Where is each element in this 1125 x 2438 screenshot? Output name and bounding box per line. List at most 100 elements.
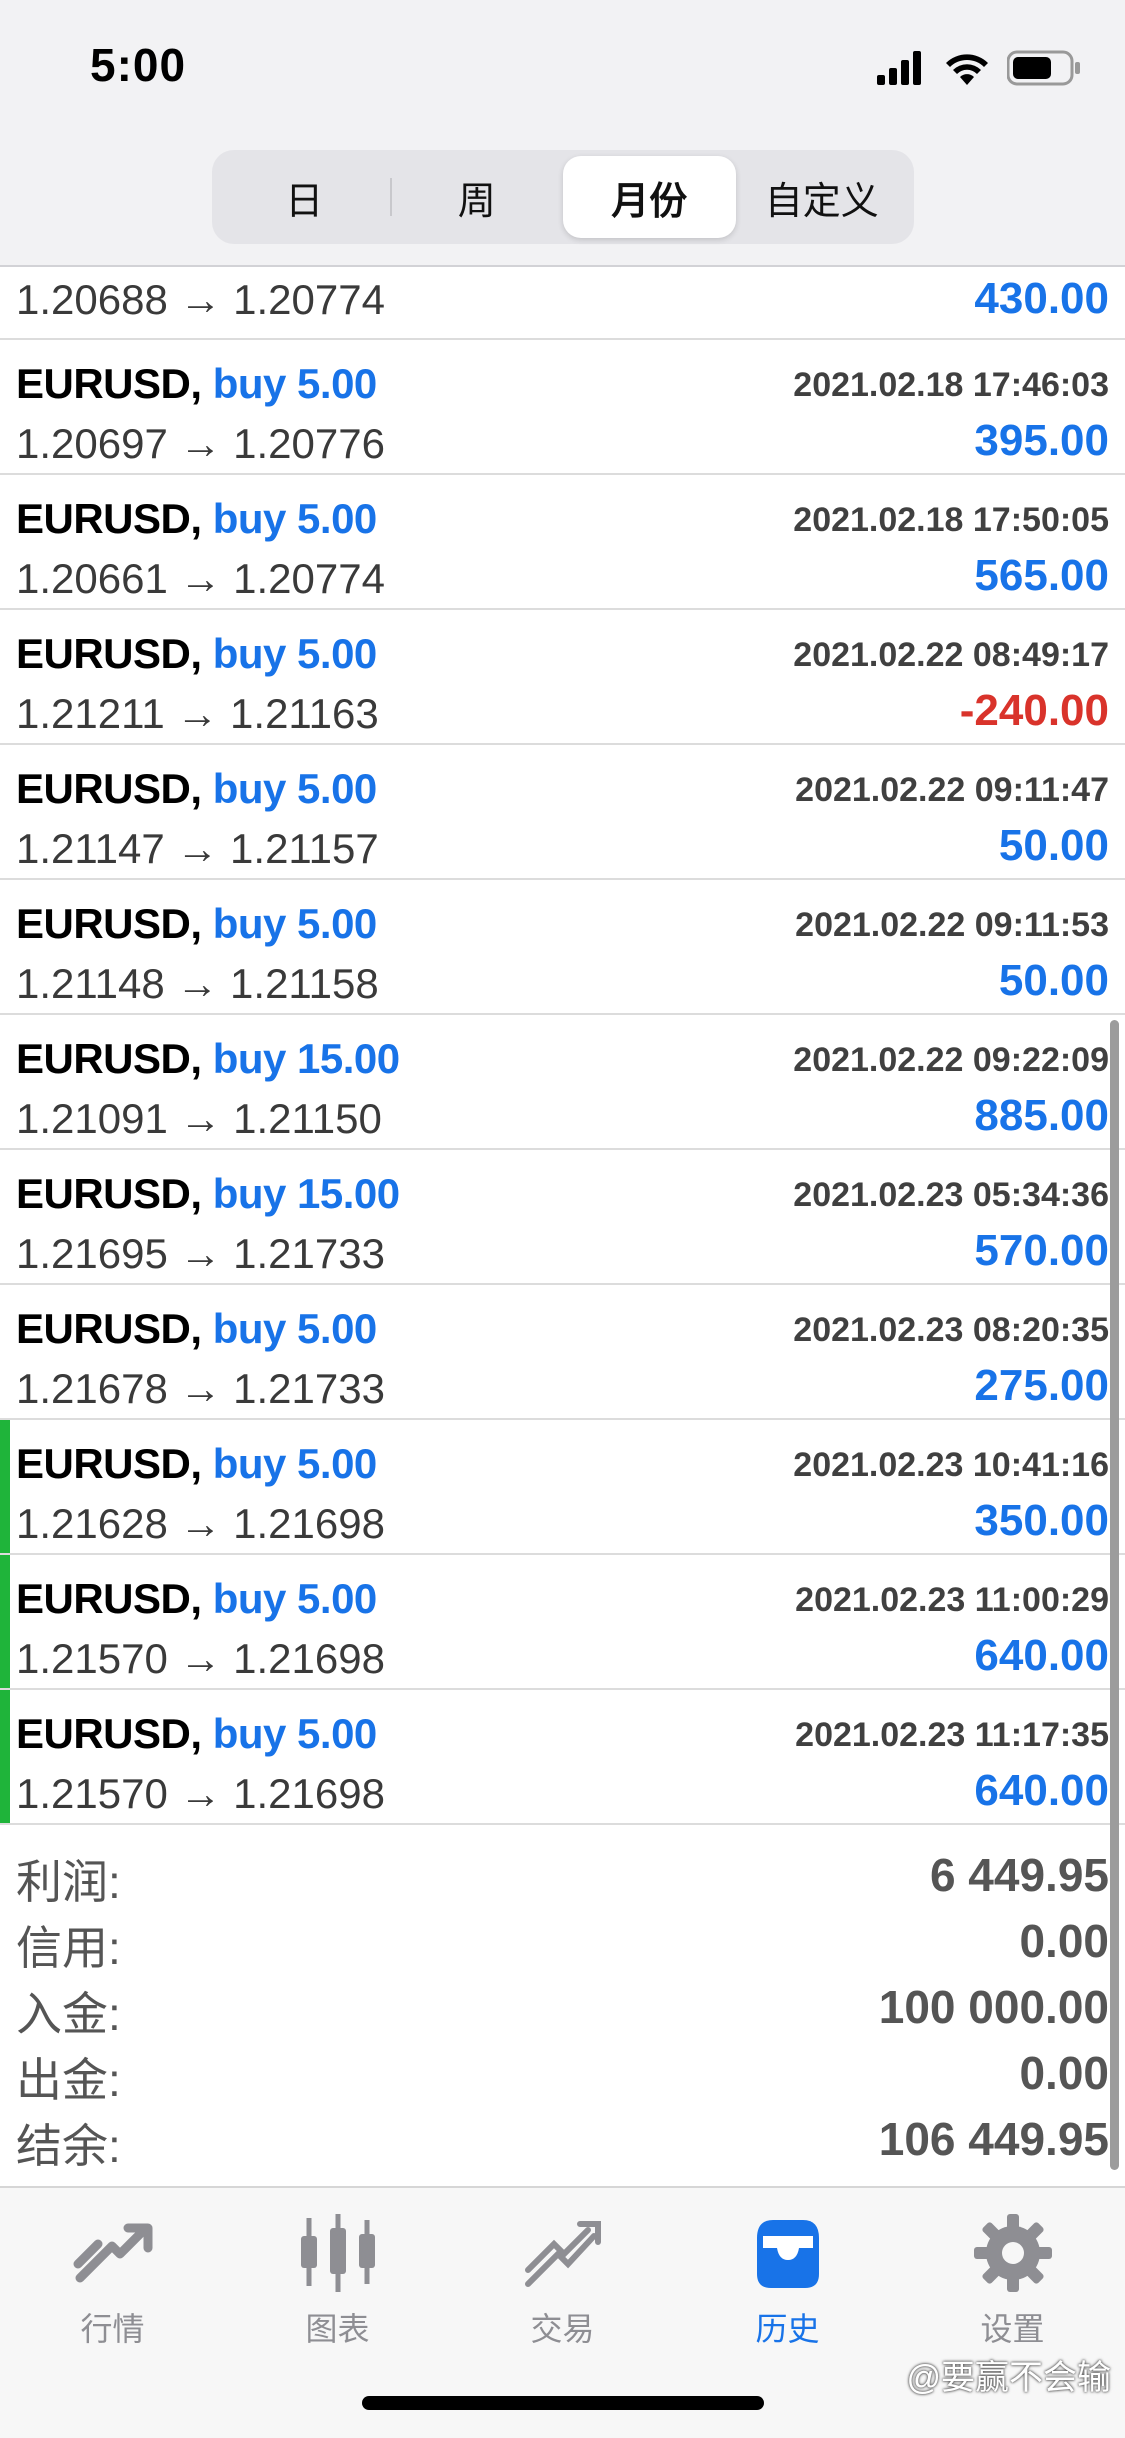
trade-row[interactable]: EURUSD, buy 15.00 2021.02.23 05:34:36 1.… <box>0 1150 1125 1285</box>
trade-symbol: EURUSD, buy 5.00 <box>16 1710 377 1758</box>
row-marker <box>0 1690 10 1823</box>
trade-history-list: 1.20688 → 1.20774 430.00 EURUSD, buy 5.0… <box>0 266 1125 1825</box>
segment-month[interactable]: 月份 <box>563 156 736 238</box>
trade-profit: 885.00 <box>974 1091 1109 1140</box>
trade-row[interactable]: EURUSD, buy 15.00 2021.02.22 09:22:09 1.… <box>0 1015 1125 1150</box>
summary-value: 100 000.00 <box>878 1981 1109 2033</box>
trade-row[interactable]: EURUSD, buy 5.00 2021.02.23 11:00:29 1.2… <box>0 1555 1125 1690</box>
trade-side: buy 5.00 <box>212 1305 378 1352</box>
trade-time: 2021.02.23 08:20:35 <box>793 1311 1109 1349</box>
tab-label: 图表 <box>305 2311 370 2347</box>
trade-time: 2021.02.22 09:22:09 <box>793 1041 1109 1079</box>
trade-time: 2021.02.23 11:17:35 <box>795 1716 1109 1754</box>
trade-prices: 1.20688 → 1.20774 <box>16 276 385 323</box>
trade-row[interactable]: EURUSD, buy 5.00 2021.02.23 11:17:35 1.2… <box>0 1690 1125 1825</box>
trade-time: 2021.02.18 17:46:03 <box>793 366 1109 404</box>
trade-side: buy 15.00 <box>212 1170 400 1217</box>
trade-prices: 1.21570 → 1.21698 <box>16 1635 385 1682</box>
row-marker <box>0 266 10 338</box>
trade-symbol: EURUSD, buy 5.00 <box>16 900 377 948</box>
trade-prices: 1.21091 → 1.21150 <box>16 1095 382 1142</box>
summary-label: 入金: <box>16 1988 121 2040</box>
trade-profit: 50.00 <box>998 821 1109 870</box>
trade-profit: -240.00 <box>959 686 1109 735</box>
trade-symbol: EURUSD, buy 5.00 <box>16 495 377 543</box>
settings-icon <box>973 2214 1052 2292</box>
trade-row[interactable]: EURUSD, buy 5.00 2021.02.22 08:49:17 1.2… <box>0 610 1125 745</box>
symbol-name: EURUSD, <box>16 1035 202 1082</box>
trade-side: buy 5.00 <box>212 1440 378 1487</box>
wifi-icon <box>946 54 988 85</box>
trade-symbol: EURUSD, buy 5.00 <box>16 1440 377 1488</box>
symbol-name: EURUSD, <box>16 495 202 542</box>
trade-time: 2021.02.22 08:49:17 <box>793 636 1109 674</box>
symbol-name: EURUSD, <box>16 1305 202 1352</box>
trade-time: 2021.02.22 09:11:47 <box>795 771 1109 809</box>
symbol-name: EURUSD, <box>16 1710 202 1757</box>
trade-profit: 640.00 <box>974 1631 1109 1680</box>
trade-side: buy 5.00 <box>212 1575 378 1622</box>
trade-side: buy 5.00 <box>212 765 378 812</box>
trade-prices: 1.21695 → 1.21733 <box>16 1230 385 1277</box>
chart-icon <box>300 2214 375 2292</box>
summary-label: 出金: <box>16 2054 121 2106</box>
trade-row[interactable]: EURUSD, buy 5.00 2021.02.18 17:50:05 1.2… <box>0 475 1125 610</box>
summary-row-withdrawal: 出金: 0.00 <box>0 2038 1125 2106</box>
period-segmented-control: 日 周 月份 自定义 <box>212 150 914 244</box>
row-marker <box>0 1015 10 1148</box>
trade-prices: 1.21147 → 1.21157 <box>16 825 379 872</box>
trade-row[interactable]: EURUSD, buy 5.00 2021.02.22 09:11:47 1.2… <box>0 745 1125 880</box>
trade-side: buy 15.00 <box>212 1035 400 1082</box>
trade-row[interactable]: EURUSD, buy 5.00 2021.02.23 10:41:16 1.2… <box>0 1420 1125 1555</box>
trade-row[interactable]: EURUSD, buy 5.00 2021.02.18 17:46:03 1.2… <box>0 340 1125 475</box>
segment-custom[interactable]: 自定义 <box>736 156 909 238</box>
scrollbar[interactable] <box>1110 1020 1119 2170</box>
battery-icon <box>1007 50 1080 86</box>
segment-day[interactable]: 日 <box>218 156 391 238</box>
trade-row[interactable]: EURUSD, buy 5.00 2021.02.23 08:20:35 1.2… <box>0 1285 1125 1420</box>
trade-side: buy 5.00 <box>212 630 378 677</box>
home-indicator <box>362 2396 764 2410</box>
tab-quotes[interactable]: 行情 <box>0 2208 225 2358</box>
trade-prices: 1.21628 → 1.21698 <box>16 1500 385 1547</box>
tab-settings[interactable]: 设置 <box>900 2208 1125 2358</box>
trade-symbol: EURUSD, buy 15.00 <box>16 1170 400 1218</box>
summary-row-credit: 信用: 0.00 <box>0 1906 1125 1974</box>
trade-time: 2021.02.18 17:50:05 <box>793 501 1109 539</box>
tab-history[interactable]: 历史 <box>675 2208 900 2358</box>
trade-prices: 1.20697 → 1.20776 <box>16 420 385 467</box>
trade-symbol: EURUSD, buy 5.00 <box>16 1305 377 1353</box>
trade-symbol: EURUSD, buy 5.00 <box>16 765 377 813</box>
trade-symbol: EURUSD, buy 5.00 <box>16 360 377 408</box>
trade-time: 2021.02.22 09:11:53 <box>795 906 1109 944</box>
trade-prices: 1.21211 → 1.21163 <box>16 690 379 737</box>
trade-side: buy 5.00 <box>212 360 378 407</box>
trade-row[interactable]: EURUSD, buy 5.00 2021.02.22 09:11:53 1.2… <box>0 880 1125 1015</box>
summary-value: 0.00 <box>1019 1915 1109 1967</box>
symbol-name: EURUSD, <box>16 765 202 812</box>
trade-row[interactable]: 1.20688 → 1.20774 430.00 <box>0 266 1125 340</box>
summary-label: 信用: <box>16 1922 121 1974</box>
trade-prices: 1.21678 → 1.21733 <box>16 1365 385 1412</box>
header: 5:00 日 周 月份 自定义 <box>0 0 1125 267</box>
summary-value: 6 449.95 <box>929 1849 1109 1901</box>
row-marker <box>0 880 10 1013</box>
summary-label: 利润: <box>16 1856 121 1908</box>
trade-side: buy 5.00 <box>212 900 378 947</box>
quotes-icon <box>73 2223 152 2283</box>
trade-time: 2021.02.23 10:41:16 <box>793 1446 1109 1484</box>
trade-symbol: EURUSD, buy 5.00 <box>16 630 377 678</box>
trade-icon <box>524 2221 601 2287</box>
symbol-name: EURUSD, <box>16 900 202 947</box>
symbol-name: EURUSD, <box>16 360 202 407</box>
tab-trade[interactable]: 交易 <box>450 2208 675 2358</box>
summary-row-balance: 结余: 106 449.95 <box>0 2104 1125 2172</box>
summary-row-deposit: 入金: 100 000.00 <box>0 1972 1125 2040</box>
segment-week[interactable]: 周 <box>391 156 564 238</box>
summary-row-profit: 利润: 6 449.95 <box>0 1840 1125 1908</box>
summary-value: 106 449.95 <box>878 2113 1109 2165</box>
trade-time: 2021.02.23 05:34:36 <box>793 1176 1109 1214</box>
row-marker <box>0 1555 10 1688</box>
tab-chart[interactable]: 图表 <box>225 2208 450 2358</box>
trade-profit: 570.00 <box>974 1226 1109 1275</box>
